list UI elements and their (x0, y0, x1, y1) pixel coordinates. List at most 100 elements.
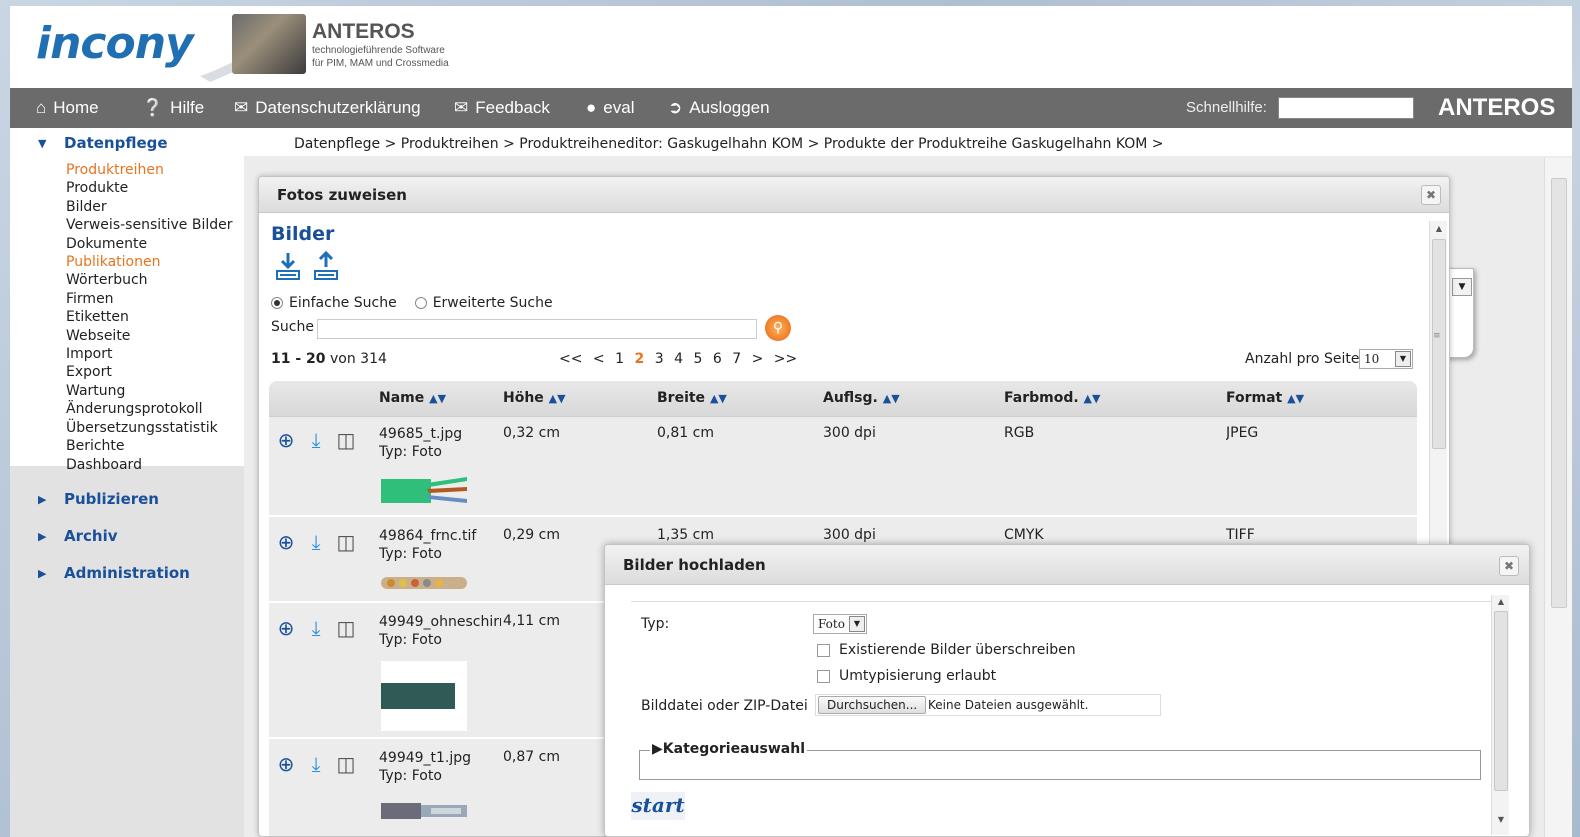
chevron-down-icon[interactable]: ▼ (1452, 278, 1472, 296)
scroll-up-icon[interactable]: ▲ (1492, 595, 1510, 609)
radio-advanced-search[interactable] (414, 297, 427, 309)
pager-page[interactable]: 7 (732, 351, 741, 367)
sidebar-item-produktreihen[interactable]: Produktreihen (66, 161, 233, 179)
pager-page-current[interactable]: 2 (634, 351, 644, 367)
pager-page[interactable]: 4 (674, 351, 683, 367)
sidebar-item-firmen[interactable]: Firmen (66, 290, 233, 308)
cell-breite: 1,35 cm (657, 527, 714, 543)
trash-icon[interactable]: ◫ (335, 751, 357, 777)
grip-icon: ≡ (1433, 331, 1441, 341)
main-scrollbar[interactable] (1544, 158, 1572, 837)
file-input[interactable]: Durchsuchen... Keine Dateien ausgewählt. (815, 694, 1161, 716)
sidebar-item-dashboard[interactable]: Dashboard (66, 456, 233, 474)
sidebar-item-bilder[interactable]: Bilder (66, 198, 233, 216)
category-fieldset: ▶Kategorieauswahl (639, 741, 1481, 780)
file-label: Bilddatei oder ZIP-Datei (641, 698, 808, 714)
cell-aufl: 300 dpi (823, 425, 876, 441)
sidebar-item-webseite[interactable]: Webseite (66, 327, 233, 345)
nav-logout[interactable]: ➲ Ausloggen (668, 98, 770, 118)
col-format[interactable]: Format ▲▼ (1226, 390, 1304, 406)
trash-icon[interactable]: ◫ (335, 427, 357, 453)
per-page-label: Anzahl pro Seite (1245, 351, 1360, 367)
upload-icon[interactable] (313, 251, 339, 281)
col-farbmod[interactable]: Farbmod. ▲▼ (1004, 390, 1100, 406)
quick-help-input[interactable] (1278, 97, 1414, 119)
pager-page[interactable]: 5 (693, 351, 702, 367)
col-aufl[interactable]: Auflsg. ▲▼ (823, 390, 900, 406)
sidebar-item-dokumente[interactable]: Dokumente (66, 235, 233, 253)
nav-home[interactable]: ⌂ Home (36, 98, 99, 118)
trash-icon[interactable]: ◫ (335, 615, 357, 641)
radio-simple-search[interactable] (271, 297, 283, 309)
sidebar-item-woerterbuch[interactable]: Wörterbuch (66, 271, 233, 289)
close-icon[interactable]: ✖ (1421, 185, 1441, 205)
sidebar-item-wartung[interactable]: Wartung (66, 382, 233, 400)
sidebar-group-publizieren[interactable]: ▶ Publizieren (38, 490, 159, 508)
retype-checkbox[interactable] (817, 670, 830, 683)
nav-user[interactable]: ● eval (586, 98, 634, 118)
pager-next[interactable]: > >> (752, 351, 798, 367)
dialog-scrollbar[interactable]: ▲ ▼ (1491, 595, 1509, 835)
chevron-down-icon: ▼ (1395, 351, 1411, 367)
col-name[interactable]: Name ▲▼ (379, 390, 446, 406)
pager-page[interactable]: 3 (655, 351, 664, 367)
download-icon[interactable] (275, 251, 301, 281)
pager-page[interactable]: 1 (615, 351, 624, 367)
category-toggle[interactable]: ▶Kategorieauswahl (650, 741, 807, 757)
close-icon[interactable]: ✖ (1499, 556, 1519, 576)
pager-prev[interactable]: << < (559, 351, 605, 367)
dialog-titlebar: Bilder hochladen ✖ (605, 545, 1529, 585)
sidebar-item-import[interactable]: Import (66, 345, 233, 363)
download-icon[interactable]: ⤓ (305, 751, 327, 777)
browse-button[interactable]: Durchsuchen... (818, 696, 927, 714)
thumbnail-image[interactable] (381, 575, 467, 591)
cell-hoehe: 0,29 cm (503, 527, 560, 543)
search-icon[interactable]: ⚲ (765, 315, 791, 341)
overwrite-checkbox[interactable] (817, 644, 830, 657)
typ-select[interactable]: Foto ▼ (813, 614, 867, 634)
sidebar-group-archiv[interactable]: ▶ Archiv (38, 527, 118, 545)
caret-right-icon: ▶ (38, 492, 47, 506)
incony-logo[interactable]: incony (36, 18, 194, 69)
sidebar-item-export[interactable]: Export (66, 363, 233, 381)
thumbnail-image[interactable] (381, 799, 467, 823)
download-icon[interactable]: ⤓ (305, 529, 327, 555)
sidebar-item-verweis-bilder[interactable]: Verweis-sensitive Bilder (66, 216, 233, 234)
sidebar-item-uebersetzungsstatistik[interactable]: Übersetzungsstatistik (66, 419, 233, 437)
scroll-thumb[interactable] (1551, 178, 1567, 608)
envelope-icon: ✉ (454, 98, 469, 117)
add-icon[interactable]: ⊕ (275, 615, 297, 641)
add-icon[interactable]: ⊕ (275, 751, 297, 777)
chevron-down-icon: ▼ (849, 616, 865, 632)
nav-help[interactable]: ❔ Hilfe (142, 98, 204, 118)
scroll-up-icon[interactable]: ▲ (1430, 221, 1448, 237)
sidebar-group-datenpflege[interactable]: ▼ Datenpflege (38, 134, 168, 152)
sidebar-item-aenderungsprotokoll[interactable]: Änderungsprotokoll (66, 400, 233, 418)
col-breite[interactable]: Breite ▲▼ (657, 390, 727, 406)
breadcrumb[interactable]: Datenpflege > Produktreihen > Produktrei… (294, 136, 1164, 152)
search-input[interactable] (317, 319, 757, 339)
sidebar-item-produkte[interactable]: Produkte (66, 179, 233, 197)
sidebar-group-administration[interactable]: ▶ Administration (38, 564, 190, 582)
add-icon[interactable]: ⊕ (275, 427, 297, 453)
thumbnail-image[interactable] (381, 475, 467, 507)
thumbnail-image[interactable] (381, 661, 467, 731)
sidebar-item-publikationen[interactable]: Publikationen (66, 253, 233, 271)
scroll-thumb[interactable] (1432, 239, 1446, 449)
nav-privacy[interactable]: ✉ Datenschutzerklärung (234, 98, 421, 118)
cell-format: JPEG (1226, 425, 1259, 441)
col-hoehe[interactable]: Höhe ▲▼ (503, 390, 566, 406)
pager-page[interactable]: 6 (713, 351, 722, 367)
nav-feedback[interactable]: ✉ Feedback (454, 98, 550, 118)
product-subtitle: technologieführende Software für PIM, MA… (312, 45, 449, 69)
sidebar-item-berichte[interactable]: Berichte (66, 437, 233, 455)
download-icon[interactable]: ⤓ (305, 615, 327, 641)
scroll-thumb[interactable] (1494, 611, 1508, 791)
sidebar-item-etiketten[interactable]: Etiketten (66, 308, 233, 326)
add-icon[interactable]: ⊕ (275, 529, 297, 555)
download-icon[interactable]: ⤓ (305, 427, 327, 453)
scroll-down-icon[interactable]: ▼ (1492, 815, 1510, 829)
per-page-select[interactable]: 10 ▼ (1359, 349, 1413, 369)
trash-icon[interactable]: ◫ (335, 529, 357, 555)
start-button[interactable]: start (631, 792, 685, 820)
